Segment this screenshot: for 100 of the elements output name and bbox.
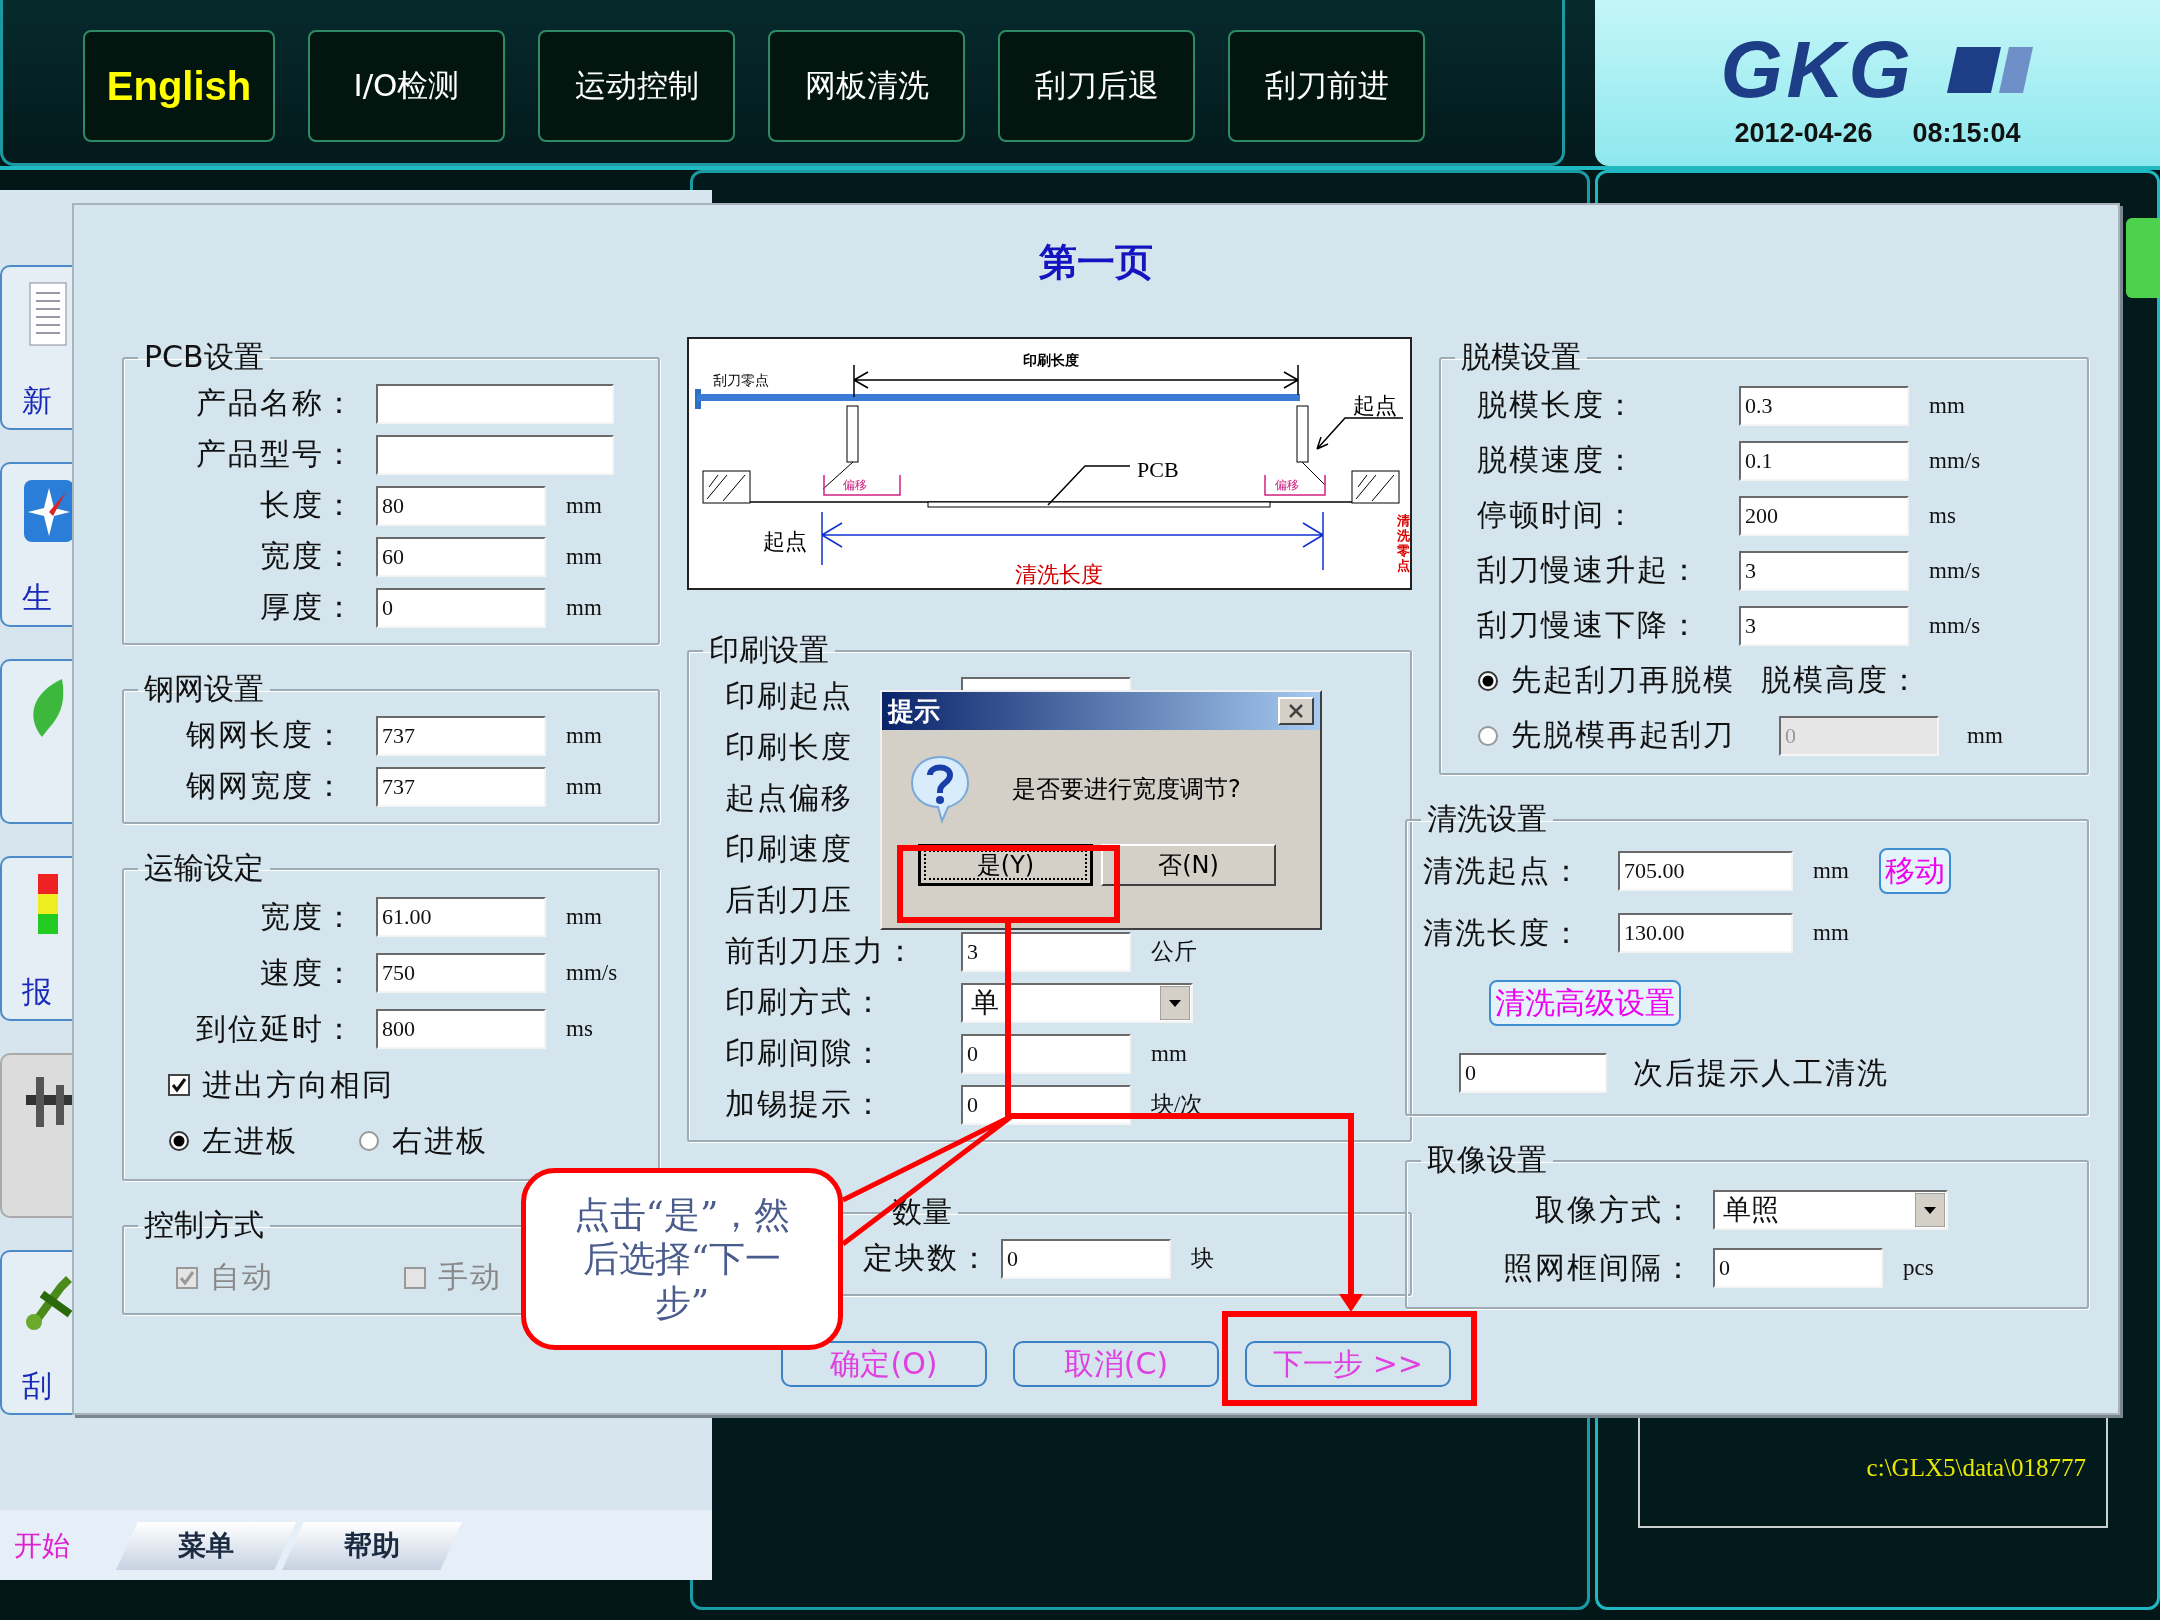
unit-label: mm <box>566 594 602 621</box>
signal-light-icon <box>38 874 58 934</box>
diagram-label: 刮刀零点 <box>713 372 769 388</box>
input-field[interactable]: 3 <box>1739 550 1909 591</box>
callout-bubble: 点击“是”，然后选择“下一步” <box>521 1168 843 1350</box>
input-field[interactable]: 80 <box>376 485 546 526</box>
input-field[interactable]: 0 <box>961 1033 1131 1074</box>
input-field[interactable]: 737 <box>376 715 546 756</box>
field-label: 印刷长度 <box>725 728 853 766</box>
input-field[interactable]: 0.3 <box>1739 385 1909 426</box>
sidebar-item[interactable]: 刮 <box>0 1250 72 1415</box>
dialog-title: 提示 <box>888 694 940 728</box>
dropdown-arrow-icon <box>1915 1193 1945 1227</box>
radio-button[interactable]: 先起刮刀再脱模 <box>1477 660 1735 701</box>
leaf-icon <box>33 679 64 737</box>
field-label: 加锡提示： <box>725 1085 885 1123</box>
group-title: 脱模设置 <box>1460 338 1582 376</box>
field-label: 印刷方式： <box>725 983 885 1021</box>
field-label: 印刷起点 <box>725 677 853 715</box>
file-path-text: c:\GLX5\data\018777 <box>1866 1454 2086 1482</box>
nav-button[interactable]: I/O检测 <box>308 30 505 142</box>
unit-label: mm <box>566 492 602 519</box>
field-label: 停顿时间： <box>1477 496 1638 534</box>
dialog-button[interactable]: 否(N) <box>1101 844 1276 886</box>
field-label: 长度： <box>259 486 356 524</box>
input-field[interactable]: 750 <box>376 953 546 993</box>
close-button[interactable] <box>1278 697 1314 725</box>
group-title: 运输设定 <box>143 849 265 887</box>
nav-button[interactable]: 运动控制 <box>538 30 735 142</box>
group-title: 钢网设置 <box>143 670 265 708</box>
document-icon <box>29 282 67 346</box>
input-field[interactable]: 3 <box>961 931 1131 972</box>
nav-button[interactable]: English <box>83 30 275 142</box>
input-field[interactable]: 0.1 <box>1739 440 1909 481</box>
diagram-label: 清洗长度 <box>1015 562 1103 587</box>
field-label: 产品名称： <box>195 384 356 422</box>
sidebar-item[interactable]: 报 <box>0 856 72 1021</box>
diagram-label: 起点 <box>1353 393 1397 418</box>
input-field[interactable]: 61.00 <box>376 897 546 937</box>
input-field[interactable]: 0 <box>376 587 546 628</box>
input-field[interactable] <box>376 383 614 424</box>
field-label: 刮刀慢速升起： <box>1477 551 1702 589</box>
unit-label: mm/s <box>1929 557 1981 584</box>
input-field[interactable]: 800 <box>376 1009 546 1049</box>
input-field[interactable]: 0 <box>1713 1248 1883 1288</box>
caliper-icon <box>26 1077 74 1127</box>
sidebar-item[interactable]: 生 <box>0 462 72 627</box>
field-label: 定块数： <box>863 1239 991 1277</box>
time-text: 08:15:04 <box>1912 118 2021 149</box>
unit-label: 块 <box>1191 1245 1215 1273</box>
unit-label: ms <box>1929 502 1956 529</box>
diagram-label: 清洗零点 <box>1397 513 1410 573</box>
input-field[interactable]: 60 <box>376 536 546 577</box>
input-field[interactable] <box>376 434 614 475</box>
unit-label: mm <box>1967 722 2003 749</box>
menu-tab[interactable]: 帮助 <box>282 1522 462 1570</box>
dropdown-field[interactable]: 单照 <box>1713 1190 1948 1230</box>
unit-label: mm <box>566 722 602 749</box>
unit-label: mm <box>1813 920 1849 946</box>
diagram-label: 偏移 <box>1275 478 1299 492</box>
nav-button[interactable]: 网板清洗 <box>768 30 965 142</box>
radio-button[interactable]: 右进板 <box>358 1120 488 1162</box>
menu-tab[interactable]: 菜单 <box>116 1522 296 1570</box>
nav-button[interactable]: 刮刀前进 <box>1228 30 1425 142</box>
input-field[interactable]: 0 <box>1001 1238 1171 1279</box>
field-label: 印刷间隙： <box>725 1034 885 1072</box>
field-label: 脱模高度： <box>1761 661 1921 699</box>
input-field[interactable]: 200 <box>1739 495 1909 536</box>
group-title: 取像设置 <box>1426 1141 1548 1179</box>
field-label: 宽度： <box>259 537 356 575</box>
field-label: 脱模速度： <box>1477 441 1638 479</box>
compass-icon <box>24 480 74 542</box>
date-text: 2012-04-26 <box>1734 118 1873 149</box>
logo-text: GKG <box>1720 30 1915 110</box>
field-label: 厚度： <box>259 588 356 626</box>
field-label: 前刮刀压力： <box>725 932 917 970</box>
input-field[interactable]: 705.00 <box>1618 851 1793 891</box>
unit-label: mm <box>1151 1040 1188 1067</box>
nav-button[interactable]: 刮刀后退 <box>998 30 1195 142</box>
sidebar-item[interactable]: 新 <box>0 265 72 430</box>
radio-button[interactable]: 左进板 <box>168 1120 298 1162</box>
group-title: 印刷设置 <box>708 631 830 669</box>
window-title: 第一页 <box>1038 239 1154 286</box>
field-label: 起点偏移 <box>725 779 853 817</box>
input-field[interactable]: 130.00 <box>1618 913 1793 953</box>
field-label: 到位延时： <box>195 1009 356 1048</box>
unit-label: ms <box>566 1016 593 1042</box>
dropdown-arrow-icon <box>1160 985 1190 1020</box>
field-label: 取像方式： <box>1534 1190 1695 1229</box>
unit-label: mm <box>1929 392 1965 419</box>
field-label: 钢网宽度： <box>185 767 346 805</box>
unit-label: mm/s <box>1929 612 1981 639</box>
question-icon <box>908 753 972 825</box>
field-label: 照网框间隔： <box>1502 1248 1695 1287</box>
input-field[interactable]: 3 <box>1739 605 1909 646</box>
input-field[interactable]: 737 <box>376 766 546 807</box>
group-title: PCB设置 <box>143 338 265 376</box>
checkbox[interactable]: 进出方向相同 <box>168 1064 394 1106</box>
input-field[interactable]: 0 <box>1459 1053 1607 1093</box>
dropdown-field[interactable]: 单 <box>961 982 1193 1023</box>
